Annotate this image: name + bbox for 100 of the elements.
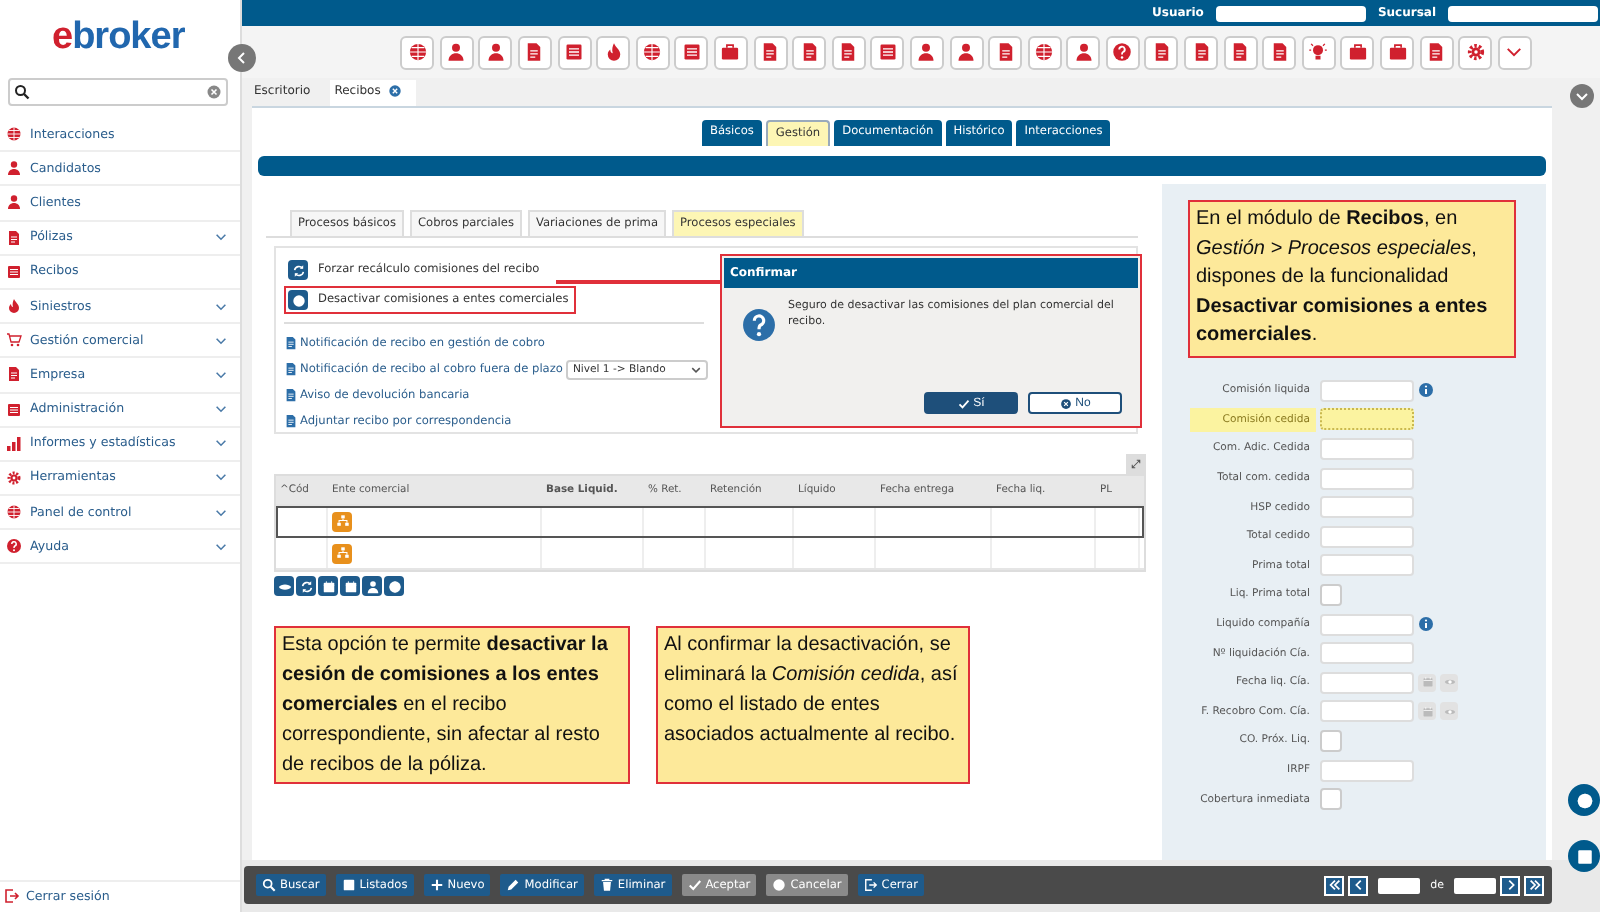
trash-icon — [599, 878, 614, 892]
table-action-button[interactable] — [318, 576, 338, 596]
flame-icon — [603, 42, 624, 62]
document-icon — [284, 388, 298, 402]
input-field[interactable] — [1320, 525, 1414, 548]
plus-icon — [429, 878, 444, 892]
toolbar-button[interactable] — [1497, 35, 1532, 69]
last-page-button[interactable] — [1524, 875, 1544, 895]
toolbar-button[interactable] — [557, 35, 592, 69]
toolbar-button[interactable] — [1262, 35, 1297, 69]
toolbar-button[interactable] — [792, 35, 827, 69]
check-icon — [687, 878, 702, 892]
pencil-icon — [506, 878, 521, 892]
toolbar-button[interactable] — [1144, 35, 1179, 69]
table-action-button[interactable] — [384, 576, 404, 596]
date-field[interactable] — [1320, 700, 1414, 723]
bar-chart-icon — [6, 435, 22, 452]
links-button[interactable] — [1568, 784, 1600, 816]
refresh-icon — [291, 263, 305, 277]
calendar-icon — [1421, 676, 1433, 689]
toolbar-button[interactable] — [400, 35, 435, 69]
briefcase-icon — [1347, 42, 1368, 62]
search-icon — [262, 878, 276, 892]
previous-page-button[interactable] — [1348, 875, 1369, 895]
input-field[interactable] — [1320, 613, 1414, 636]
exit-icon — [4, 888, 20, 904]
checkbox[interactable] — [1320, 583, 1342, 606]
toolbar-button[interactable] — [1458, 35, 1493, 69]
table-action-button[interactable] — [296, 576, 316, 596]
toolbar-button[interactable] — [596, 35, 631, 69]
input-field[interactable] — [1320, 642, 1414, 665]
document-icon — [6, 366, 22, 383]
user-field[interactable] — [1215, 5, 1366, 21]
date-field[interactable] — [1320, 671, 1414, 694]
first-page-button[interactable] — [1324, 875, 1345, 895]
toolbar-button[interactable] — [1419, 35, 1454, 69]
check-icon — [957, 397, 970, 409]
callout-note: Al confirmar la desactivación, se eliminará la Comisión cedida, así como el listado de entes asociados actualmente al recibo. — [656, 626, 970, 784]
checkbox[interactable] — [1320, 788, 1342, 811]
toolbar-button[interactable] — [1184, 35, 1219, 69]
briefcase-icon — [1387, 42, 1408, 62]
toolbar-button[interactable] — [635, 35, 670, 69]
table-row[interactable] — [276, 506, 1144, 538]
chevron-left-icon — [1351, 878, 1366, 892]
toolbar-button[interactable] — [1223, 35, 1258, 69]
table-action-button[interactable] — [340, 576, 360, 596]
input-field[interactable] — [1320, 759, 1414, 782]
toolbar-button[interactable] — [1380, 35, 1415, 69]
document-icon — [1191, 42, 1212, 62]
input-field[interactable] — [1320, 554, 1414, 577]
table-action-button[interactable] — [274, 576, 294, 596]
branch-field[interactable] — [1448, 5, 1598, 21]
toolbar-button[interactable] — [713, 35, 748, 69]
document-icon — [995, 42, 1016, 62]
checkbox[interactable] — [1320, 729, 1342, 752]
toolbar-button[interactable] — [1066, 35, 1101, 69]
page-count-field[interactable] — [1454, 877, 1496, 893]
input-field[interactable] — [1320, 379, 1414, 402]
info-icon[interactable] — [1418, 616, 1434, 633]
person-icon — [956, 42, 976, 62]
document-icon — [284, 362, 298, 376]
checklist-button[interactable] — [1568, 840, 1600, 872]
page-field[interactable] — [1378, 877, 1421, 893]
toolbar-button[interactable] — [478, 35, 513, 69]
input-field[interactable] — [1320, 437, 1414, 460]
input-field[interactable] — [1320, 467, 1414, 490]
toolbar-button[interactable] — [439, 35, 474, 69]
input-field[interactable] — [1320, 408, 1414, 431]
toolbar-button[interactable] — [1301, 35, 1336, 69]
toolbar-button[interactable] — [1105, 35, 1140, 69]
toolbar-button[interactable] — [1027, 35, 1062, 69]
document-icon — [760, 42, 781, 62]
toolbar-button[interactable] — [949, 35, 983, 69]
toolbar-button[interactable] — [988, 35, 1023, 69]
toolbar-button[interactable] — [517, 35, 552, 69]
search-field[interactable] — [8, 78, 228, 106]
toolbar-button[interactable] — [831, 35, 866, 69]
gear-icon — [6, 469, 22, 486]
question-icon — [6, 538, 22, 555]
next-page-button[interactable] — [1500, 875, 1520, 895]
chevron-icon — [1504, 42, 1525, 62]
table-action-button[interactable] — [362, 576, 382, 596]
toolbar-button[interactable] — [909, 35, 944, 69]
toolbar-button[interactable] — [753, 35, 788, 69]
briefcase-icon — [720, 42, 741, 62]
toolbar-button[interactable] — [870, 35, 905, 69]
toolbar-button[interactable] — [1340, 35, 1375, 69]
caret-icon — [690, 363, 703, 375]
search-icon — [14, 84, 30, 100]
person-icon — [6, 160, 22, 177]
double-chevron-right-icon — [1527, 878, 1541, 892]
expand-button[interactable] — [1126, 454, 1146, 474]
eye-icon — [277, 579, 291, 593]
info-icon[interactable] — [1418, 382, 1434, 399]
toolbar-button[interactable] — [674, 35, 709, 69]
input-field[interactable] — [1320, 496, 1414, 519]
eye-icon — [1443, 705, 1455, 718]
calendar-icon — [321, 579, 335, 593]
org-icon — [335, 514, 349, 528]
document-icon — [1269, 42, 1290, 62]
